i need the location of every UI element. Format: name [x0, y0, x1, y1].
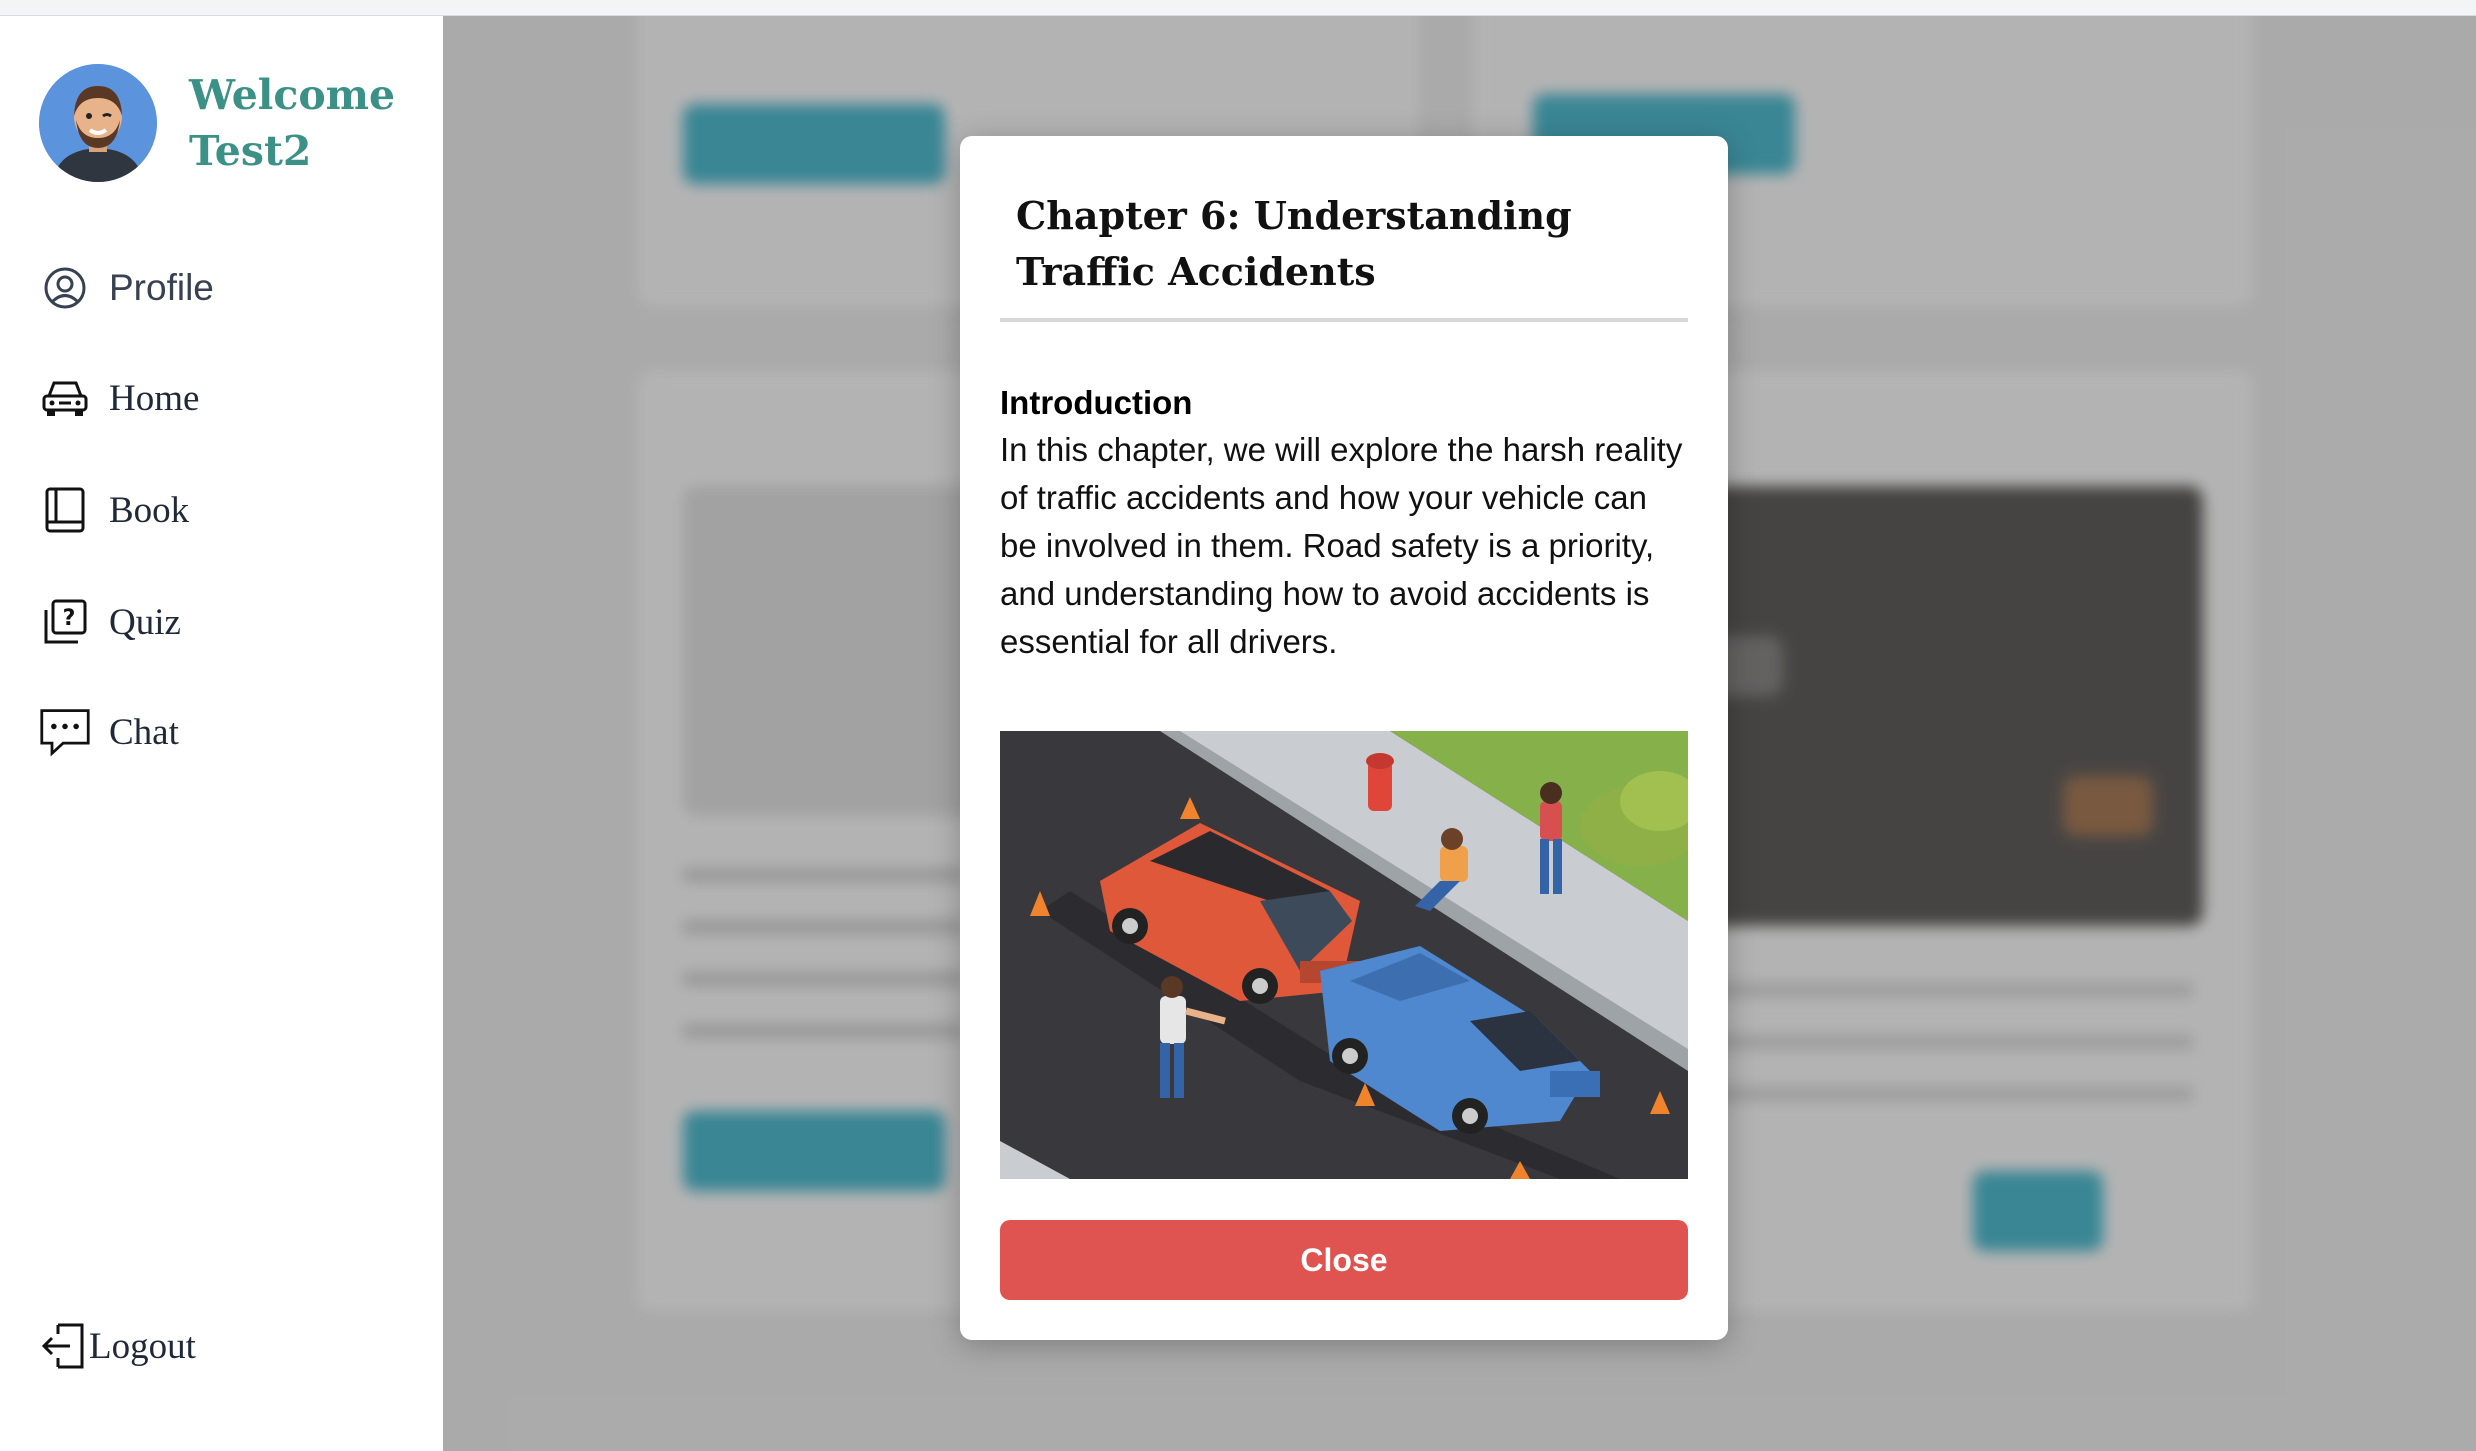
user-welcome: Welcome Test2 [39, 64, 395, 182]
welcome-text: Welcome Test2 [189, 67, 395, 179]
sidebar-item-chat[interactable]: Chat [39, 706, 179, 758]
sidebar-item-quiz[interactable]: ? Quiz [39, 596, 181, 648]
avatar [39, 64, 157, 182]
quiz-icon: ? [39, 596, 91, 648]
sidebar-label-quiz: Quiz [109, 601, 181, 643]
welcome-username: Test2 [189, 127, 312, 175]
sidebar-item-profile[interactable]: Profile [39, 262, 214, 314]
welcome-greeting: Welcome [189, 71, 396, 119]
section-body: In this chapter, we will explore the har… [1000, 431, 1683, 660]
sidebar: Welcome Test2 Profile Home Book ? Quiz C… [0, 16, 442, 1451]
user-circle-icon [39, 262, 91, 314]
sidebar-label-book: Book [109, 489, 190, 531]
modal-divider [1000, 318, 1688, 322]
svg-text:?: ? [63, 606, 76, 631]
sidebar-label-logout: Logout [89, 1325, 196, 1367]
sidebar-label-home: Home [109, 377, 200, 419]
chat-bubble-icon [39, 706, 91, 758]
modal-title: Chapter 6: Understanding Traffic Acciden… [1016, 193, 1572, 294]
logout-button[interactable]: Logout [39, 1320, 196, 1372]
chapter-modal: Chapter 6: Understanding Traffic Acciden… [960, 136, 1728, 1340]
sidebar-label-profile: Profile [109, 267, 214, 308]
browser-top-edge [0, 0, 2476, 16]
section-heading: Introduction [1000, 384, 1193, 421]
traffic-accident-illustration [1000, 731, 1688, 1179]
sidebar-item-book[interactable]: Book [39, 484, 189, 536]
car-icon [39, 372, 91, 424]
sidebar-item-home[interactable]: Home [39, 372, 199, 424]
close-button[interactable]: Close [1000, 1220, 1688, 1300]
sidebar-label-chat: Chat [109, 711, 179, 753]
book-icon [39, 484, 91, 536]
logout-icon [39, 1320, 87, 1372]
